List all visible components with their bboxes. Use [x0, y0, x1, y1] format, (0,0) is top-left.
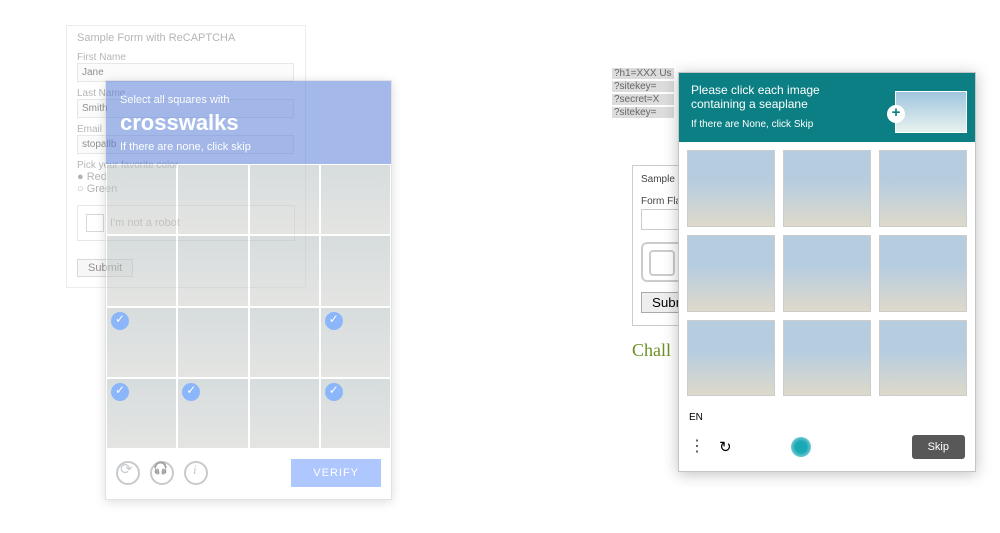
challenge-heading: Chall [632, 340, 671, 361]
bg-line: ?sitekey= [612, 81, 674, 92]
captcha-tile[interactable] [178, 165, 247, 234]
recaptcha-image-challenge: Select all squares with crosswalks If th… [105, 80, 392, 500]
verify-button[interactable]: VERIFY [291, 459, 381, 487]
captcha-tile[interactable] [321, 308, 390, 377]
first-name-label: First Name [77, 52, 295, 63]
captcha-tile[interactable] [178, 379, 247, 448]
seaplane-example-image [895, 91, 967, 133]
captcha-tile[interactable] [250, 308, 319, 377]
seaplane-tile[interactable] [879, 320, 967, 397]
captcha-tile[interactable] [321, 236, 390, 305]
captcha-badge-icon [791, 437, 811, 457]
captcha-tile[interactable] [250, 236, 319, 305]
captcha-tile[interactable] [107, 236, 176, 305]
seaplane-line1: Please click each image [691, 83, 820, 97]
captcha-tile[interactable] [178, 308, 247, 377]
captcha-instruction-2: If there are none, click skip [120, 141, 251, 153]
seaplane-tile[interactable] [783, 320, 871, 397]
bg-line: ?secret=X [612, 94, 674, 105]
captcha-target: crosswalks [120, 109, 377, 138]
reload-icon[interactable] [116, 461, 140, 485]
seaplane-footer: EN [679, 404, 975, 435]
recaptcha-checkbox[interactable] [86, 214, 104, 232]
bg-line: ?h1=XXX Us [612, 68, 674, 79]
captcha-tile[interactable] [321, 379, 390, 448]
captcha-header: Select all squares with crosswalks If th… [106, 81, 391, 164]
info-icon[interactable] [184, 461, 208, 485]
seaplane-grid [679, 142, 975, 404]
captcha-tile[interactable] [250, 165, 319, 234]
captcha-tile[interactable] [178, 236, 247, 305]
reload-icon[interactable]: ↻ [719, 438, 732, 456]
seaplane-captcha: Please click each image containing a sea… [678, 72, 976, 472]
audio-icon[interactable] [150, 461, 174, 485]
bg-querystrings: ?h1=XXX Us ?sitekey= ?secret=X ?sitekey= [612, 66, 674, 120]
seaplane-tile[interactable] [783, 235, 871, 312]
seaplane-tile[interactable] [687, 320, 775, 397]
seaplane-tile[interactable] [879, 235, 967, 312]
skip-button[interactable]: Skip [912, 435, 965, 459]
zoom-icon[interactable]: + [887, 105, 905, 123]
lang-label: EN [689, 412, 703, 423]
kebab-icon[interactable]: ⋮ [689, 442, 705, 452]
seaplane-header: Please click each image containing a sea… [679, 73, 975, 142]
seaplane-tile[interactable] [783, 150, 871, 227]
bg-line: ?sitekey= [612, 107, 674, 118]
captcha-tile[interactable] [321, 165, 390, 234]
captcha-tile[interactable] [107, 379, 176, 448]
captcha-tile[interactable] [107, 308, 176, 377]
captcha-instruction-1: Select all squares with [120, 94, 229, 106]
seaplane-footer2: ⋮ ↻ Skip [679, 435, 975, 471]
captcha-tile[interactable] [250, 379, 319, 448]
seaplane-tile[interactable] [879, 150, 967, 227]
seaplane-tile[interactable] [687, 150, 775, 227]
captcha-grid [106, 164, 391, 449]
captcha-footer: VERIFY [106, 449, 391, 499]
captcha-tile[interactable] [107, 165, 176, 234]
seaplane-line2: containing a seaplane [691, 97, 808, 111]
seaplane-tile[interactable] [687, 235, 775, 312]
form-title: Sample Form with ReCAPTCHA [77, 32, 295, 44]
